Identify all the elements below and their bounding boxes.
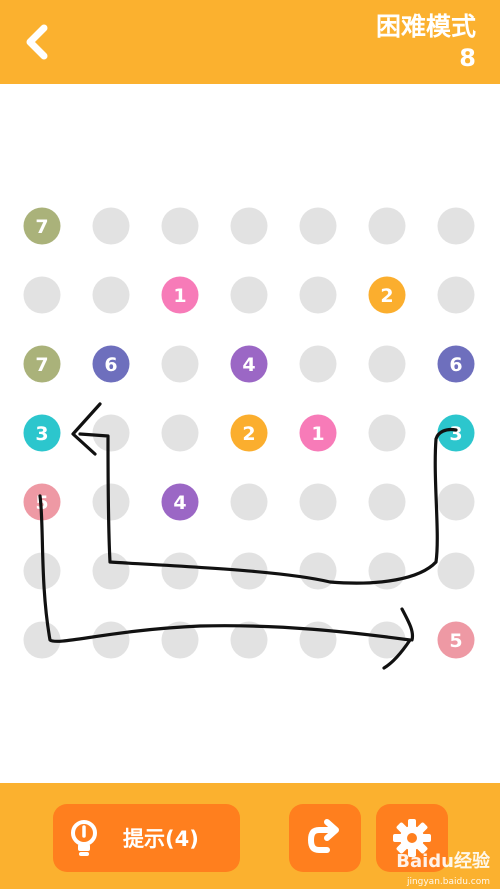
number-dot-label: 1 (173, 285, 186, 307)
empty-dot[interactable] (368, 207, 406, 245)
number-dot-label: 6 (449, 354, 462, 376)
back-button[interactable] (18, 22, 58, 62)
empty-dot[interactable] (299, 276, 337, 314)
watermark-brand: Baidu经验 (396, 851, 490, 872)
empty-dot[interactable] (92, 276, 130, 314)
empty-dot[interactable] (368, 345, 406, 383)
empty-dot[interactable] (230, 276, 268, 314)
empty-dot[interactable] (92, 621, 130, 659)
number-dot-label: 6 (104, 354, 117, 376)
empty-dot[interactable] (23, 276, 61, 314)
hint-label: 提示(4) (123, 827, 199, 851)
empty-dot[interactable] (161, 207, 199, 245)
empty-dot[interactable] (368, 483, 406, 521)
redo-arrow-icon (307, 819, 339, 853)
empty-dot[interactable] (299, 345, 337, 383)
lightbulb-icon (71, 820, 97, 856)
number-dot-label: 4 (242, 354, 255, 376)
empty-dot[interactable] (299, 483, 337, 521)
empty-dot[interactable] (92, 483, 130, 521)
redo-button[interactable] (289, 804, 361, 872)
number-dot-label: 5 (449, 630, 462, 652)
watermark-url: jingyan.baidu.com (406, 877, 490, 887)
number-dot-label: 2 (380, 285, 393, 307)
empty-dot[interactable] (437, 276, 475, 314)
empty-dot[interactable] (92, 414, 130, 452)
top-bar: 困难模式 8 (0, 0, 500, 84)
empty-dot[interactable] (437, 552, 475, 590)
number-dot-label: 7 (35, 354, 48, 376)
empty-dot[interactable] (437, 483, 475, 521)
empty-dot[interactable] (161, 345, 199, 383)
empty-dot[interactable] (368, 414, 406, 452)
mode-title: 困难模式 (375, 12, 476, 41)
empty-dot[interactable] (161, 414, 199, 452)
chevron-left-icon (26, 24, 48, 60)
bottom-bar: 提示(4) Baidu经验 jingyan.baidu.com (0, 783, 500, 889)
empty-dot[interactable] (230, 207, 268, 245)
empty-dot[interactable] (299, 621, 337, 659)
empty-dot[interactable] (437, 207, 475, 245)
empty-dot[interactable] (161, 552, 199, 590)
number-dot-label: 7 (35, 216, 48, 238)
number-dot-label: 4 (173, 492, 186, 514)
empty-dot[interactable] (299, 207, 337, 245)
empty-dot[interactable] (230, 483, 268, 521)
board-grid[interactable]: 71 27 6 4 63 2 1 35 45 (0, 84, 500, 783)
level-number: 8 (459, 44, 476, 72)
empty-dot[interactable] (299, 552, 337, 590)
game-board[interactable]: 71276463213545 (0, 84, 500, 783)
number-dot-label: 3 (35, 423, 48, 445)
number-dot-label: 2 (242, 423, 255, 445)
empty-dot[interactable] (92, 207, 130, 245)
number-dot-label: 3 (449, 423, 462, 445)
hint-button[interactable]: 提示(4) (53, 804, 240, 872)
number-dot-label: 1 (311, 423, 324, 445)
